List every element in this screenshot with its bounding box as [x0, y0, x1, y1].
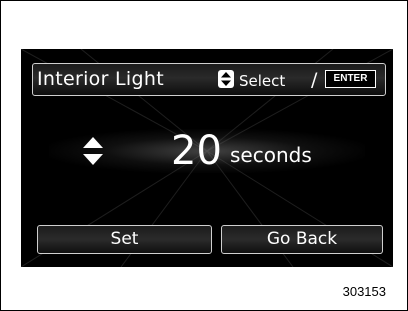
enter-key-label: ENTER	[325, 70, 376, 88]
go-back-button[interactable]: Go Back	[221, 225, 383, 254]
up-down-arrows-icon[interactable]	[81, 135, 105, 167]
page-title: Interior Light	[37, 68, 164, 90]
hint-separator: /	[311, 69, 318, 91]
setting-unit: seconds	[230, 143, 312, 167]
display-screen: Interior Light Select / ENTER 20 seconds…	[21, 49, 393, 267]
set-button[interactable]: Set	[37, 225, 212, 254]
select-hint-label: Select	[239, 72, 286, 90]
figure-number: 303153	[342, 284, 386, 299]
up-down-arrows-icon	[218, 70, 234, 88]
setting-value: 20	[171, 128, 222, 174]
